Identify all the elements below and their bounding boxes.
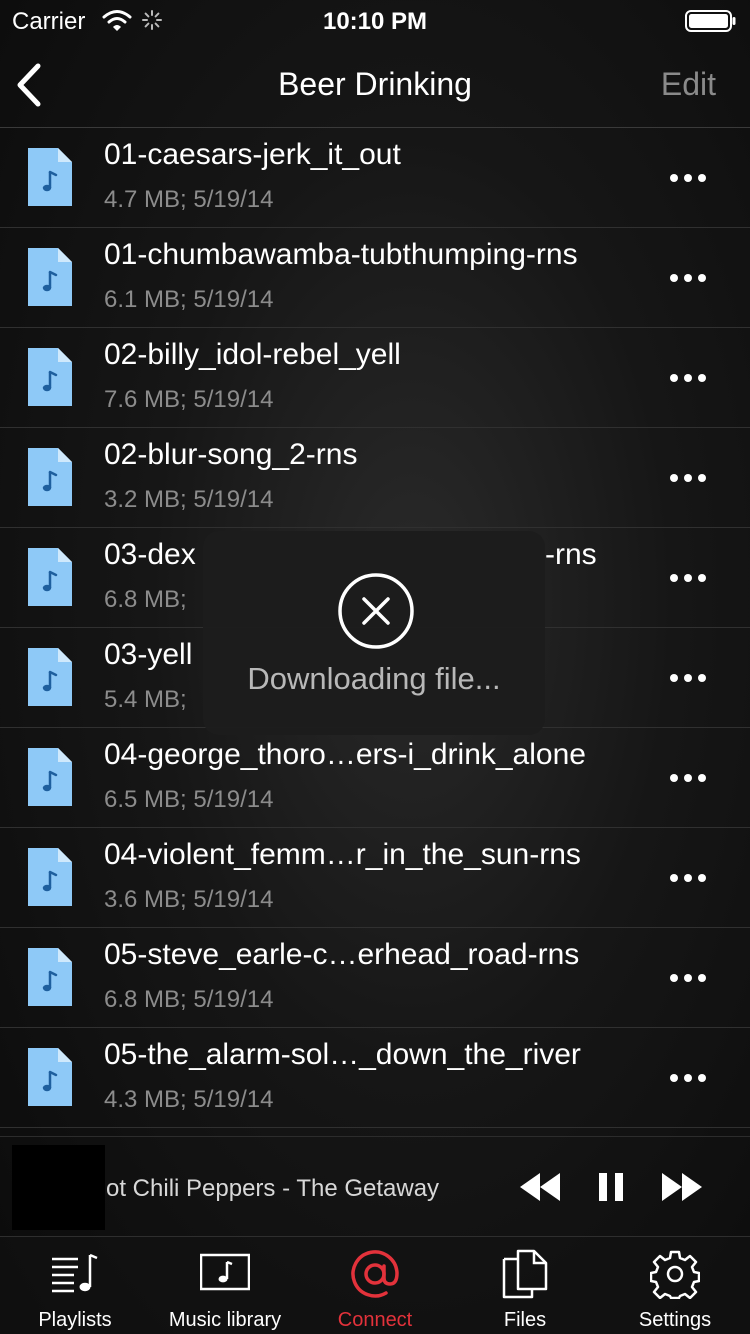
page-title: Beer Drinking [278,66,472,102]
pause-icon[interactable] [598,1171,624,1203]
hud-message: Downloading file... [247,661,501,696]
tab-settings[interactable]: Settings [600,1237,750,1334]
gear-icon [650,1250,700,1299]
audio-file-icon [28,648,72,706]
status-time: 10:10 PM [322,8,428,35]
tab-label: Playlists [38,1309,112,1331]
album-artwork[interactable] [12,1145,105,1230]
more-options-icon[interactable] [666,768,710,788]
file-row[interactable]: 02-blur-song_2-rns 3.2 MB; 5/19/14 [0,428,750,528]
file-meta: 6.8 MB; [104,586,187,613]
more-options-icon[interactable] [666,1068,710,1088]
audio-file-icon [28,148,72,206]
audio-file-icon [28,948,72,1006]
file-name: 04-george_thoro…ers-i_drink_alone [104,738,586,771]
music-library-icon [200,1253,250,1291]
fast-forward-icon[interactable] [660,1171,704,1203]
file-meta: 6.1 MB; 5/19/14 [104,286,274,313]
more-options-icon[interactable] [666,168,710,188]
close-circle-icon[interactable] [336,571,416,651]
file-row[interactable]: 05-the_alarm-sol…_down_the_river 4.3 MB;… [0,1028,750,1128]
file-row[interactable]: 01-caesars-jerk_it_out 4.7 MB; 5/19/14 [0,128,750,228]
tab-playlists[interactable]: Playlists [0,1237,150,1334]
playlists-icon [52,1253,98,1293]
file-name: 05-steve_earle-c…erhead_road-rns [104,938,580,971]
tab-label: Music library [168,1309,282,1331]
audio-file-icon [28,348,72,406]
more-options-icon[interactable] [666,268,710,288]
audio-file-icon [28,248,72,306]
file-meta: 3.6 MB; 5/19/14 [104,886,274,913]
file-name: 02-billy_idol-rebel_yell [104,338,401,371]
downloading-hud: Downloading file... [203,531,545,735]
audio-file-icon [28,448,72,506]
file-row[interactable]: 04-george_thoro…ers-i_drink_alone 6.5 MB… [0,728,750,828]
file-meta: 4.7 MB; 5/19/14 [104,186,274,213]
file-meta: 6.8 MB; 5/19/14 [104,986,274,1013]
more-options-icon[interactable] [666,368,710,388]
more-options-icon[interactable] [666,468,710,488]
tab-label: Settings [638,1309,712,1331]
more-options-icon[interactable] [666,868,710,888]
file-name: 02-blur-song_2-rns [104,438,358,471]
navigation-bar: Beer Drinking Edit [0,40,750,128]
audio-file-icon [28,548,72,606]
file-name: 03-dex [104,538,196,571]
now-playing-title: ot Chili Peppers - The Getaway [106,1175,440,1202]
file-name-tail: -rns [545,538,597,571]
now-playing-bar[interactable]: ot Chili Peppers - The Getaway [0,1136,750,1236]
file-meta: 3.2 MB; 5/19/14 [104,486,274,513]
audio-file-icon [28,748,72,806]
file-name: 03-yell [104,638,193,671]
file-name: 05-the_alarm-sol…_down_the_river [104,1038,581,1071]
file-row[interactable]: 02-billy_idol-rebel_yell 7.6 MB; 5/19/14 [0,328,750,428]
file-meta: 4.3 MB; 5/19/14 [104,1086,274,1113]
audio-file-icon [28,848,72,906]
tab-connect[interactable]: Connect [300,1237,450,1334]
file-name: 01-caesars-jerk_it_out [104,138,401,171]
file-row[interactable]: 05-steve_earle-c…erhead_road-rns 6.8 MB;… [0,928,750,1028]
at-sign-icon [351,1250,399,1298]
file-meta: 5.4 MB; [104,686,187,713]
files-icon [502,1249,548,1299]
tab-label: Connect [337,1309,413,1331]
file-row[interactable]: 04-violent_femm…r_in_the_sun-rns 3.6 MB;… [0,828,750,928]
file-name: 04-violent_femm…r_in_the_sun-rns [104,838,581,871]
tab-music-library[interactable]: Music library [150,1237,300,1334]
tab-bar: Playlists Music library Connect Files Se… [0,1236,750,1334]
file-meta: 7.6 MB; 5/19/14 [104,386,274,413]
tab-label: Files [503,1309,547,1331]
more-options-icon[interactable] [666,668,710,688]
audio-file-icon [28,1048,72,1106]
rewind-icon[interactable] [518,1171,562,1203]
more-options-icon[interactable] [666,568,710,588]
file-row[interactable]: 01-chumbawamba-tubthumping-rns 6.1 MB; 5… [0,228,750,328]
tab-files[interactable]: Files [450,1237,600,1334]
more-options-icon[interactable] [666,968,710,988]
file-name: 01-chumbawamba-tubthumping-rns [104,238,578,271]
status-bar: Carrier 10:10 PM [0,0,750,40]
battery-icon [685,10,736,32]
edit-button[interactable]: Edit [661,66,716,103]
file-meta: 6.5 MB; 5/19/14 [104,786,274,813]
